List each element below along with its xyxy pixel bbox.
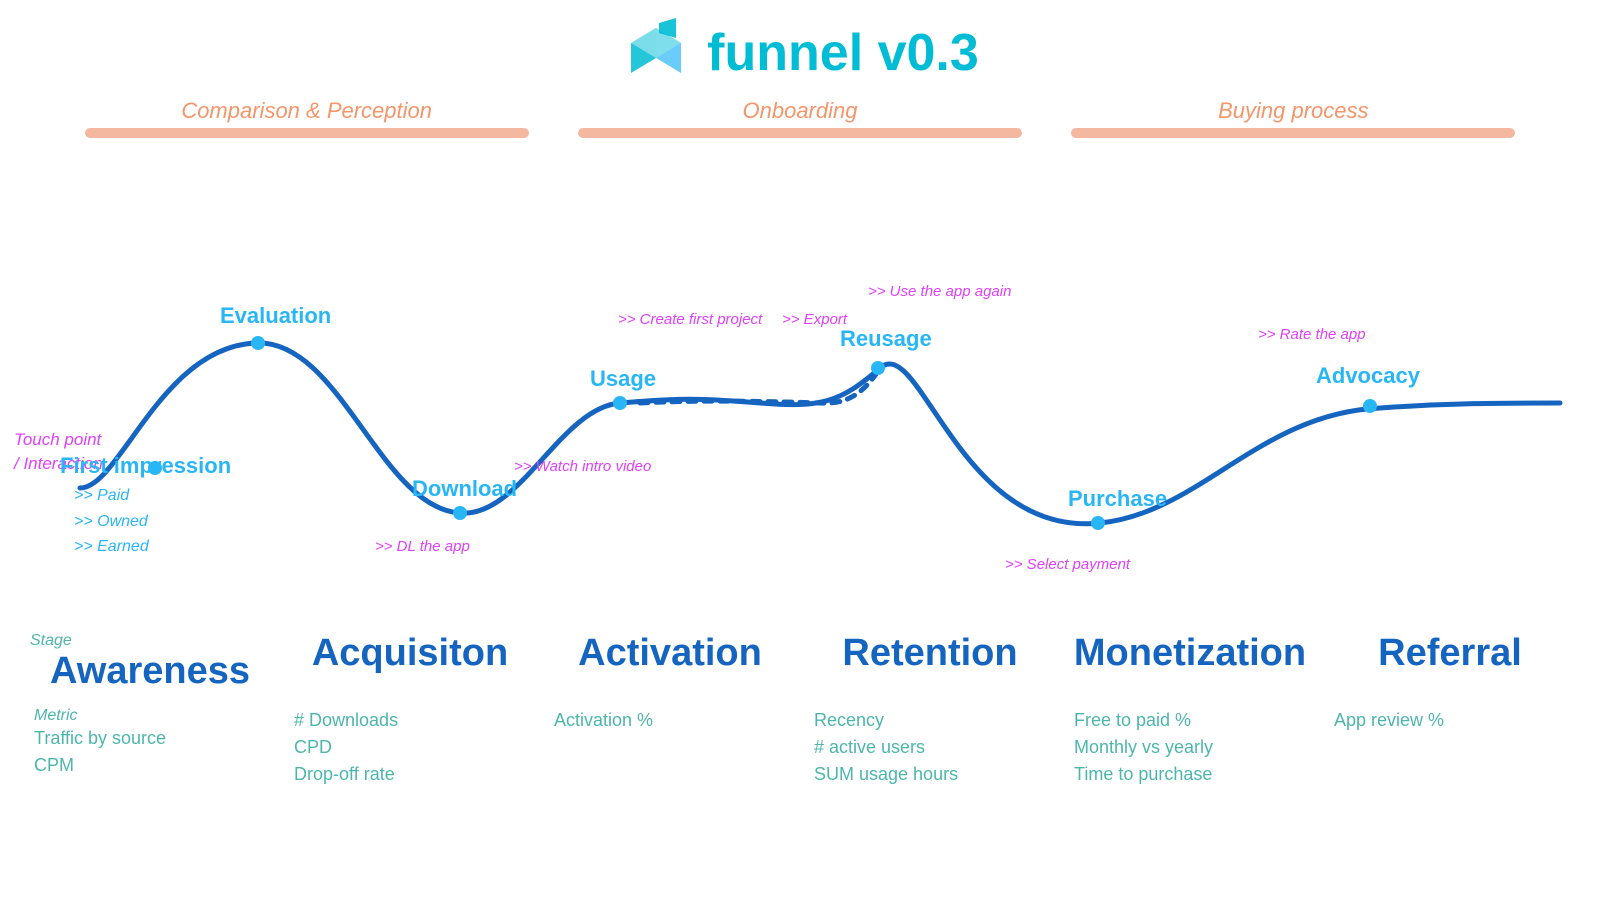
stage-row: Stage Awareness Acquisiton Activation Re…: [0, 632, 1600, 693]
metric-retention-values: Recency# active usersSUM usage hours: [814, 707, 958, 788]
first-impression-label: First impression: [60, 453, 231, 479]
export-label: >> Export: [782, 311, 847, 328]
usage-label: Usage: [590, 366, 656, 392]
category-buying-label: Buying process: [1218, 98, 1368, 124]
stage-acquisition: Acquisiton: [280, 632, 540, 675]
metric-prefix: Metric: [34, 707, 78, 725]
advocacy-label: Advocacy: [1316, 363, 1420, 389]
app-logo-icon: [621, 18, 691, 88]
diagram-area: Touch point / Interaction First impressi…: [0, 148, 1600, 628]
stage-monetization-name: Monetization: [1074, 632, 1306, 675]
rate-app-label: >> Rate the app: [1258, 326, 1366, 343]
metric-retention: Recency# active usersSUM usage hours: [800, 707, 1060, 788]
metric-referral: App review %: [1320, 707, 1580, 788]
stage-prefix: Stage: [30, 632, 72, 650]
stage-retention-name: Retention: [842, 632, 1017, 675]
category-comparison: Comparison & Perception: [60, 98, 553, 138]
metric-acquisition-values: # DownloadsCPDDrop-off rate: [294, 707, 398, 788]
category-buying-bar: [1071, 128, 1515, 138]
first-impression-subitems: >> Paid>> Owned>> Earned: [74, 483, 149, 560]
stage-activation: Activation: [540, 632, 800, 675]
app-title: funnel v0.3: [707, 23, 979, 83]
metric-row: Metric Traffic by sourceCPM # DownloadsC…: [0, 697, 1600, 788]
create-project-label: >> Create first project: [618, 311, 762, 328]
category-comparison-bar: [85, 128, 529, 138]
download-label: Download: [412, 476, 517, 502]
stage-awareness: Stage Awareness: [20, 632, 280, 693]
watch-video-label: >> Watch intro video: [514, 458, 651, 475]
metric-awareness: Metric Traffic by sourceCPM: [20, 707, 280, 788]
metric-acquisition: # DownloadsCPDDrop-off rate: [280, 707, 540, 788]
category-onboarding: Onboarding: [553, 98, 1046, 138]
metric-monetization-values: Free to paid %Monthly vs yearlyTime to p…: [1074, 707, 1213, 788]
dl-app-label: >> DL the app: [375, 538, 470, 555]
stage-referral-name: Referral: [1378, 632, 1522, 675]
category-onboarding-label: Onboarding: [743, 98, 858, 124]
category-onboarding-bar: [578, 128, 1022, 138]
stage-acquisition-name: Acquisiton: [312, 632, 508, 675]
stage-referral: Referral: [1320, 632, 1580, 675]
purchase-label: Purchase: [1068, 486, 1167, 512]
category-comparison-label: Comparison & Perception: [181, 98, 432, 124]
category-buying: Buying process: [1047, 98, 1540, 138]
use-again-label: >> Use the app again: [868, 283, 1011, 300]
stage-retention: Retention: [800, 632, 1060, 675]
select-payment-label: >> Select payment: [1005, 556, 1130, 573]
metric-activation: Activation %: [540, 707, 800, 788]
metric-monetization: Free to paid %Monthly vs yearlyTime to p…: [1060, 707, 1320, 788]
metric-awareness-values: Traffic by sourceCPM: [34, 725, 166, 779]
reusage-label: Reusage: [840, 326, 932, 352]
app-header: funnel v0.3: [0, 0, 1600, 98]
metric-referral-values: App review %: [1334, 707, 1444, 734]
stage-awareness-name: Awareness: [50, 650, 250, 693]
metric-activation-values: Activation %: [554, 707, 653, 734]
stage-monetization: Monetization: [1060, 632, 1320, 675]
evaluation-label: Evaluation: [220, 303, 331, 329]
category-bars: Comparison & Perception Onboarding Buyin…: [60, 98, 1540, 138]
stage-activation-name: Activation: [578, 632, 762, 675]
